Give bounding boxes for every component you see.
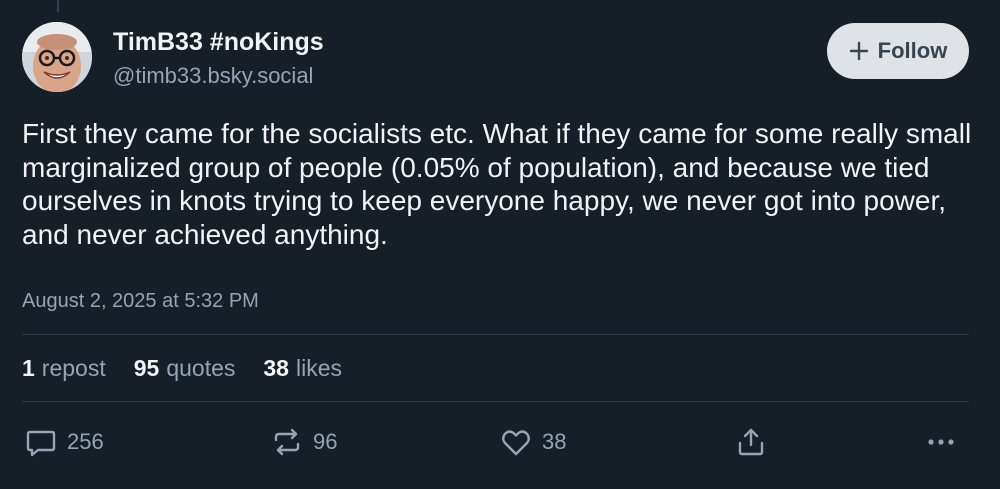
follow-button[interactable]: Follow: [827, 23, 969, 79]
author-handle[interactable]: @timb33.bsky.social: [113, 63, 313, 89]
plus-icon: [849, 41, 869, 61]
reposts-label: repost: [41, 355, 106, 381]
follow-button-label: Follow: [877, 38, 948, 63]
heart-icon: [499, 425, 533, 459]
action-bar: 256 96 38: [0, 425, 1000, 459]
likes-count: 38: [263, 355, 289, 381]
divider-top: [22, 334, 969, 335]
likes-stat[interactable]: 38 likes: [263, 355, 342, 382]
engagement-stats: 1 repost 95 quotes 38 likes: [22, 355, 342, 382]
thread-line: [57, 0, 59, 12]
reposts-count: 1: [22, 355, 35, 381]
speech-bubble-icon: [24, 425, 58, 459]
repost-count: 96: [313, 429, 338, 454]
post-timestamp[interactable]: August 2, 2025 at 5:32 PM: [22, 290, 259, 313]
author-display-name[interactable]: TimB33 #noKings: [113, 28, 324, 57]
divider-bottom: [22, 401, 969, 402]
share-icon: [734, 425, 768, 459]
quotes-count: 95: [133, 355, 160, 381]
avatar-photo-icon: [22, 22, 92, 92]
quotes-stat[interactable]: 95 quotes: [134, 355, 236, 382]
avatar[interactable]: [22, 22, 92, 92]
reply-button[interactable]: 256: [24, 425, 104, 459]
repost-arrows-icon: [270, 425, 304, 459]
ellipsis-icon: [926, 425, 960, 459]
repost-button[interactable]: 96: [270, 425, 337, 459]
share-button[interactable]: [734, 425, 768, 459]
more-options-button[interactable]: [926, 425, 960, 459]
reposts-stat[interactable]: 1 repost: [22, 355, 106, 382]
reply-count: 256: [67, 429, 104, 454]
post-card: TimB33 #noKings @timb33.bsky.social Foll…: [0, 0, 1000, 489]
likes-label: likes: [295, 355, 342, 381]
post-text: First they came for the socialists etc. …: [22, 118, 972, 250]
quotes-label: quotes: [166, 355, 236, 381]
like-button[interactable]: 38: [499, 425, 566, 459]
like-count: 38: [542, 429, 567, 454]
